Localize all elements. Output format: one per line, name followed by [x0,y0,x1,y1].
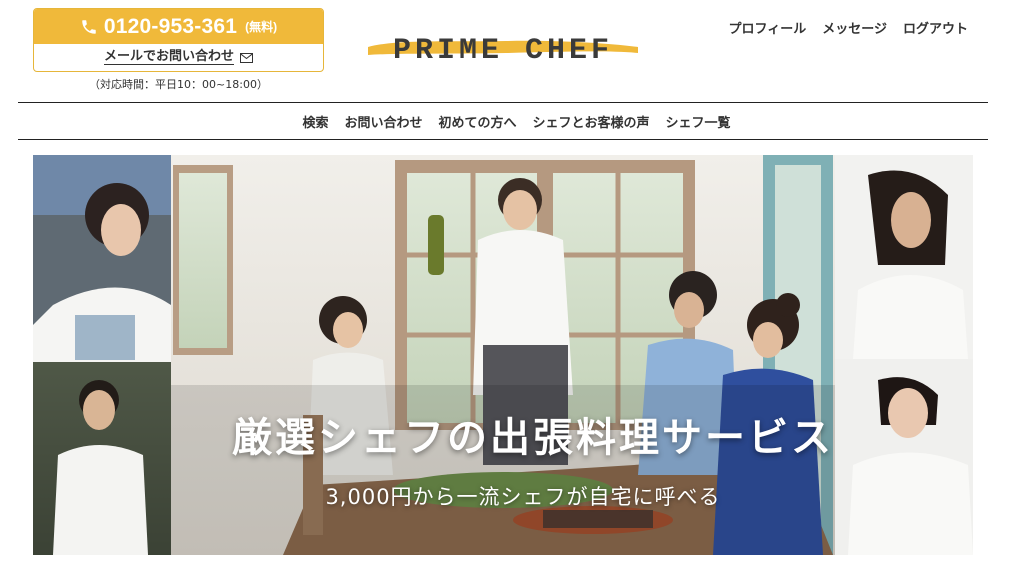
message-link[interactable]: メッセージ [822,18,887,37]
contact-box: 0120-953-361 (無料) メールでお問い合わせ [33,8,324,72]
top-nav: プロフィール メッセージ ログアウト [728,18,968,37]
main-nav: 検索 お問い合わせ 初めての方へ シェフとお客様の声 シェフ一覧 [0,112,1018,131]
nav-divider [18,139,988,140]
hero-title: 厳選シェフの出張料理サービス [232,415,834,461]
phone-number: 0120-953-361 [103,14,238,38]
phone-link[interactable]: 0120-953-361 (無料) [34,9,323,44]
nav-voices[interactable]: シェフとお客様の声 [533,112,650,131]
logo-text: PRIME CHEF [393,34,613,68]
profile-link[interactable]: プロフィール [728,18,806,37]
mail-contact-link[interactable]: メールでお問い合わせ [34,44,323,71]
envelope-icon [240,52,253,63]
business-hours: （対応時間：平日10：00~18:00） [89,78,268,91]
phone-icon [82,19,96,34]
header-divider [18,102,988,103]
nav-contact[interactable]: お問い合わせ [344,112,422,131]
mail-contact-label: メールでお問い合わせ [103,49,234,65]
prime-chef-logo[interactable]: PRIME CHEF [366,25,641,69]
hero-banner: 厳選シェフの出張料理サービス 3,000円から一流シェフが自宅に呼べる [33,155,973,555]
nav-chef-list[interactable]: シェフ一覧 [666,112,731,131]
nav-first-time[interactable]: 初めての方へ [438,112,516,131]
logout-link[interactable]: ログアウト [903,18,968,37]
phone-free-label: (無料) [245,20,278,34]
hero-subtitle: 3,000円から一流シェフが自宅に呼べる [325,485,721,509]
nav-search[interactable]: 検索 [302,112,328,131]
